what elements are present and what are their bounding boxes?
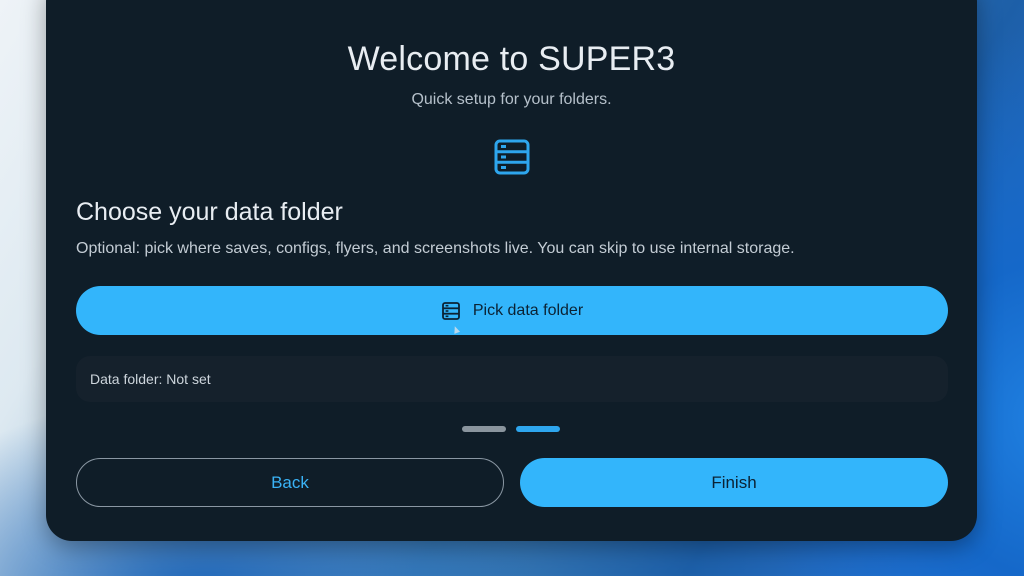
storage-folder-icon (494, 139, 530, 175)
step-heading: Choose your data folder (76, 198, 343, 226)
data-folder-status-text: Data folder: Not set (90, 371, 211, 387)
pick-data-folder-button[interactable]: Pick data folder (76, 286, 948, 335)
pick-data-folder-label: Pick data folder (472, 301, 584, 319)
back-button[interactable]: Back (76, 458, 504, 507)
storage-folder-icon (441, 301, 460, 320)
step-indicator (462, 426, 560, 432)
step-indicator-dot-2 (516, 426, 560, 432)
data-folder-status: Data folder: Not set (76, 356, 948, 402)
dialog-title: Welcome to SUPER3 (347, 40, 676, 78)
setup-dialog: Welcome to SUPER3 Quick setup for your f… (46, 0, 977, 541)
finish-button[interactable]: Finish (520, 458, 948, 507)
step-indicator-dot-1 (462, 426, 506, 432)
step-description: Optional: pick where saves, configs, fly… (76, 240, 795, 257)
dialog-subtitle: Quick setup for your folders. (411, 91, 612, 108)
